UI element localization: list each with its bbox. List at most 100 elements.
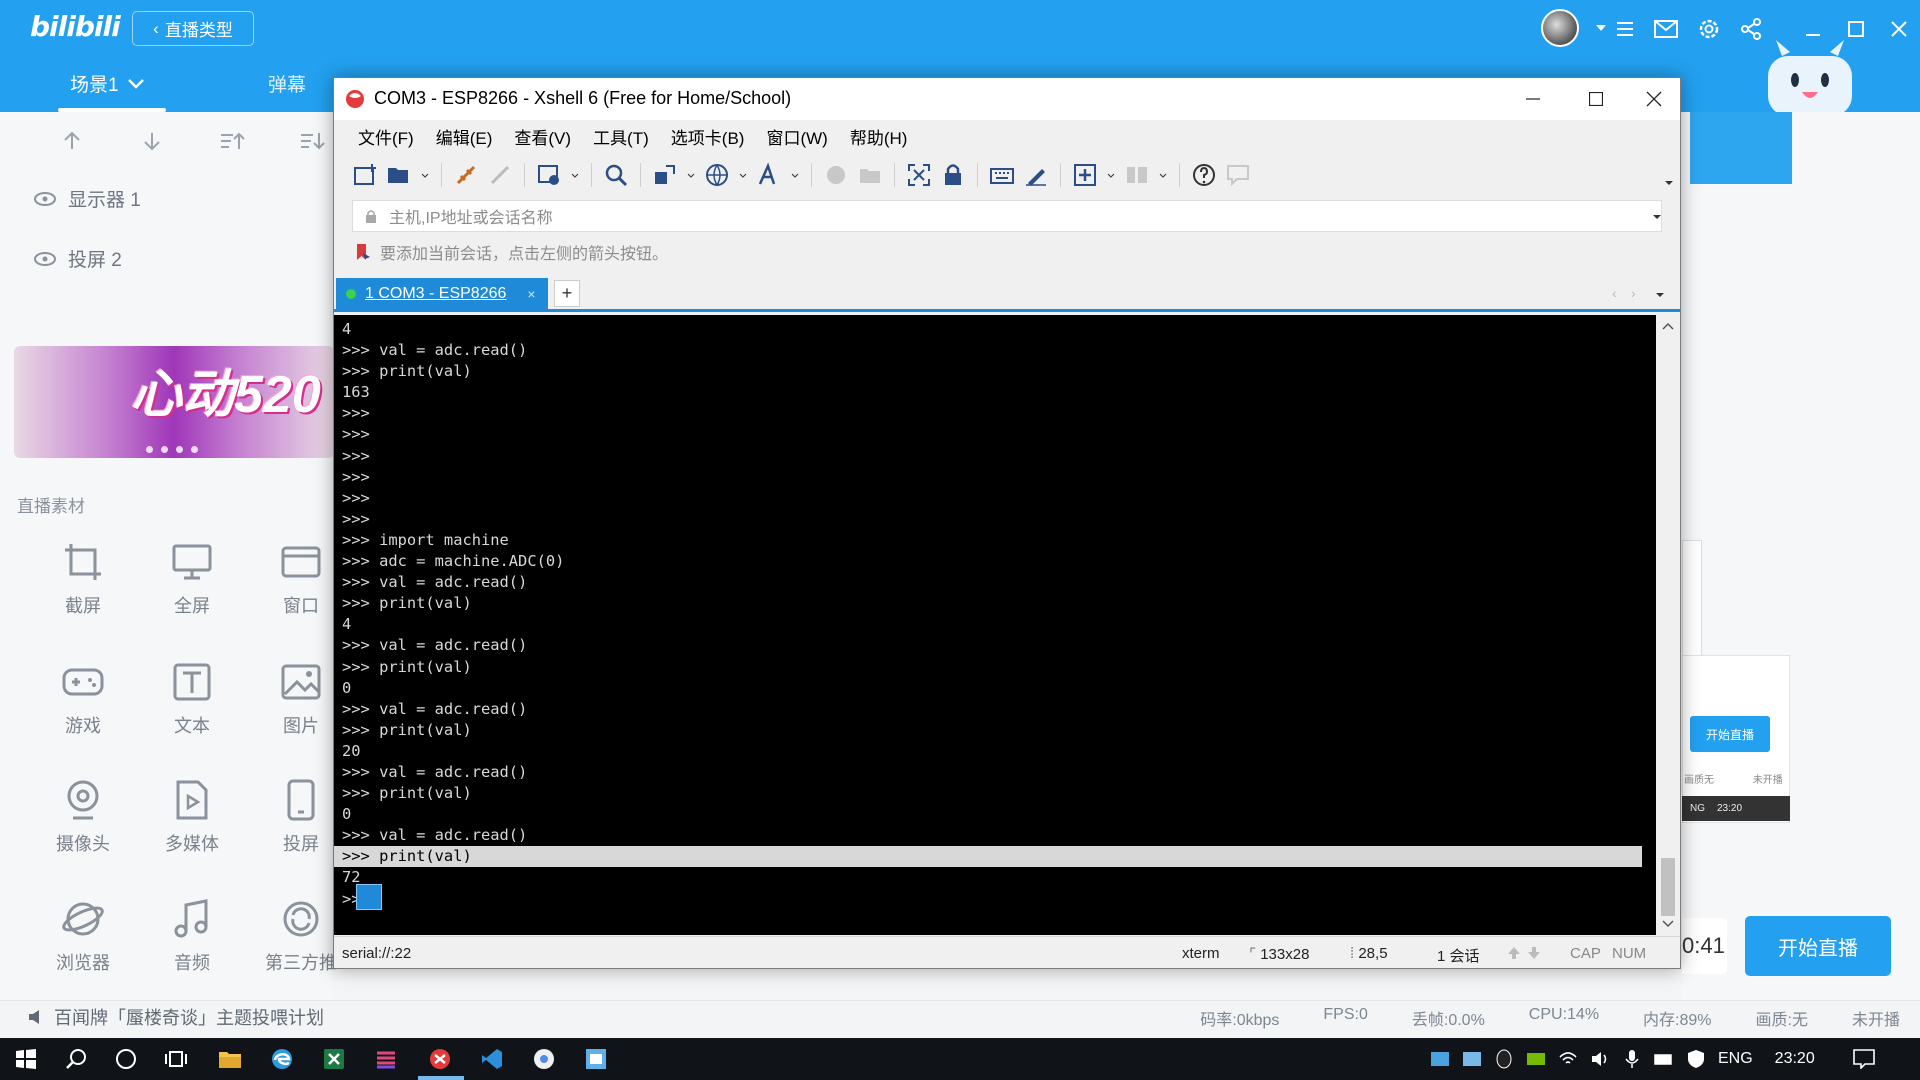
menu-tools[interactable]: 工具(T) — [593, 124, 649, 149]
properties-icon[interactable] — [536, 162, 562, 188]
eye-icon[interactable] — [34, 191, 56, 206]
wifi-icon[interactable] — [1558, 1049, 1578, 1069]
globe-icon[interactable] — [704, 162, 730, 188]
cortana-icon[interactable] — [108, 1041, 144, 1077]
notification-icon[interactable] — [1852, 1049, 1875, 1069]
chat-icon[interactable] — [1225, 162, 1251, 188]
window-minimize-button[interactable] — [1504, 78, 1562, 120]
material-screenshot[interactable]: 截屏 — [28, 540, 138, 650]
clock[interactable]: 23:20 — [1775, 1050, 1815, 1068]
chrome-icon[interactable] — [526, 1041, 562, 1077]
address-bar[interactable]: 主机,IP地址或会话名称 — [352, 200, 1662, 232]
move-bottom-icon[interactable] — [292, 126, 332, 156]
menu-icon[interactable] — [1608, 12, 1642, 46]
folder-gray-icon[interactable] — [857, 162, 883, 188]
move-down-icon[interactable] — [132, 126, 172, 156]
tray-app-icon[interactable] — [1430, 1049, 1450, 1069]
terminal-scrollbar[interactable] — [1656, 315, 1680, 935]
xshell-icon[interactable] — [422, 1041, 458, 1077]
dropdown-arrow-icon[interactable] — [570, 162, 580, 188]
dropdown-arrow-icon[interactable] — [686, 162, 696, 188]
task-view-icon[interactable] — [158, 1041, 194, 1077]
material-fullscreen[interactable]: 全屏 — [137, 540, 247, 650]
connect-icon[interactable] — [453, 162, 479, 188]
material-browser[interactable]: 浏览器 — [28, 897, 138, 1007]
input-language[interactable]: ENG — [1718, 1050, 1753, 1068]
mail-icon[interactable] — [1649, 12, 1683, 46]
terminal-output[interactable]: 4 >>> val = adc.read() >>> print(val) 163 >>… — [334, 315, 1656, 935]
keyboard-icon[interactable] — [989, 162, 1015, 188]
move-up-icon[interactable] — [52, 126, 92, 156]
start-live-button[interactable]: 开始直播 — [1745, 916, 1891, 976]
disconnect-icon[interactable] — [487, 162, 513, 188]
menu-tabs[interactable]: 选项卡(B) — [671, 124, 745, 149]
new-session-icon[interactable] — [352, 162, 378, 188]
address-dropdown-icon[interactable] — [1652, 212, 1662, 222]
tab-scroll-right-icon[interactable]: › — [1631, 285, 1636, 301]
shield-icon[interactable] — [1686, 1049, 1706, 1069]
tab-danmu[interactable]: 弹幕 — [268, 70, 306, 97]
arrow-down-icon[interactable] — [1527, 946, 1541, 960]
window-maximize-button[interactable] — [1567, 78, 1625, 120]
menu-file[interactable]: 文件(F) — [358, 124, 414, 149]
tab-scroll-left-icon[interactable]: ‹ — [1612, 285, 1617, 301]
tab-list-dropdown-icon[interactable] — [1655, 290, 1665, 300]
add-layout-icon[interactable] — [1072, 162, 1098, 188]
volume-icon[interactable] — [1590, 1049, 1610, 1069]
settings-icon[interactable] — [1692, 12, 1726, 46]
app-bars-icon[interactable] — [368, 1041, 404, 1077]
dropdown-arrow-icon[interactable] — [1106, 162, 1116, 188]
material-media[interactable]: 多媒体 — [137, 778, 247, 888]
eye-icon[interactable] — [34, 251, 56, 266]
material-camera[interactable]: 摄像头 — [28, 778, 138, 888]
live-type-button[interactable]: ‹ 直播类型 — [132, 11, 254, 46]
compose-icon[interactable] — [1023, 162, 1049, 188]
transfer-icon[interactable] — [652, 162, 678, 188]
menu-edit[interactable]: 编辑(E) — [436, 124, 493, 149]
scrollbar-thumb[interactable] — [1661, 858, 1675, 916]
dropdown-arrow-icon[interactable] — [738, 162, 748, 188]
find-icon[interactable] — [603, 162, 629, 188]
new-tab-button[interactable]: + — [554, 280, 580, 307]
windows-start-icon[interactable] — [8, 1041, 44, 1077]
open-folder-icon[interactable] — [386, 162, 412, 188]
tab-close-icon[interactable]: × — [527, 286, 535, 302]
material-game[interactable]: 游戏 — [28, 660, 138, 770]
app-window-icon[interactable] — [578, 1041, 614, 1077]
dropdown-arrow-icon[interactable] — [420, 162, 430, 188]
banner-pagination[interactable] — [146, 446, 198, 453]
tab-scene-1[interactable]: 场景1 — [70, 70, 145, 97]
arrow-up-icon[interactable] — [1507, 946, 1521, 960]
layout-icon[interactable] — [1124, 162, 1150, 188]
menu-help[interactable]: 帮助(H) — [850, 124, 908, 149]
dropdown-arrow-icon[interactable] — [1158, 162, 1168, 188]
move-top-icon[interactable] — [212, 126, 252, 156]
lock-icon[interactable] — [940, 162, 966, 188]
toolbar-overflow-icon[interactable] — [1664, 178, 1674, 188]
help-icon[interactable] — [1191, 162, 1217, 188]
qq-icon[interactable] — [1494, 1049, 1514, 1069]
excel-icon[interactable] — [316, 1041, 352, 1077]
file-explorer-icon[interactable] — [212, 1041, 248, 1077]
material-text[interactable]: 文本 — [137, 660, 247, 770]
tray-app-icon[interactable] — [1462, 1049, 1482, 1069]
mini-start-live-button[interactable]: 开始直播 — [1690, 716, 1770, 752]
scroll-up-icon[interactable] — [1662, 321, 1674, 331]
microphone-icon[interactable] — [1622, 1049, 1642, 1069]
menu-view[interactable]: 查看(V) — [514, 124, 571, 149]
bookmark-arrow-icon[interactable] — [354, 243, 372, 261]
scroll-down-icon[interactable] — [1662, 919, 1674, 929]
announcement[interactable]: 百闻牌「蜃楼奇谈」主题投喂计划 — [28, 1004, 324, 1030]
menu-window[interactable]: 窗口(W) — [766, 124, 827, 149]
font-icon[interactable] — [756, 162, 782, 188]
battery-icon[interactable] — [1654, 1049, 1674, 1069]
dropdown-arrow-icon[interactable] — [790, 162, 800, 188]
source-item-cast[interactable]: 投屏 2 — [34, 245, 122, 272]
window-close-button[interactable] — [1625, 78, 1683, 120]
source-item-display[interactable]: 显示器 1 — [34, 185, 141, 212]
close-icon[interactable] — [1882, 12, 1916, 46]
fullscreen-icon[interactable] — [906, 162, 932, 188]
search-icon[interactable] — [58, 1041, 94, 1077]
nvidia-icon[interactable] — [1526, 1049, 1546, 1069]
xftp-icon[interactable] — [823, 162, 849, 188]
